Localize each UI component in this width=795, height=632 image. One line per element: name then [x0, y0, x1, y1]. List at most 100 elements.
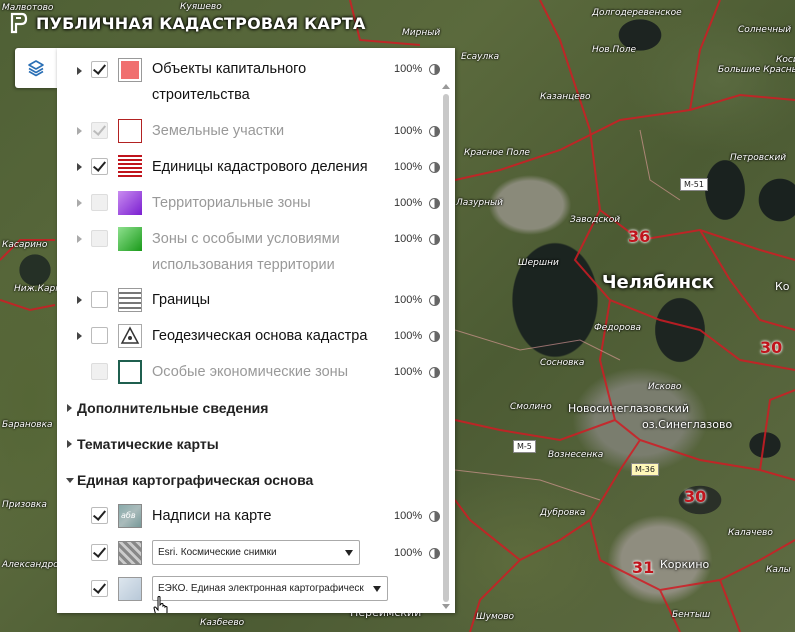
layer-row-territorial-zones: Территориальные зоны 100% — [57, 190, 440, 216]
satellite-icon — [118, 541, 142, 565]
ekoo-map-icon — [118, 577, 142, 601]
layer-row-borders: Границы 100% — [57, 287, 440, 313]
scroll-down-arrow-icon[interactable] — [442, 604, 450, 609]
layer-label: Объекты капитального — [152, 61, 307, 77]
map-label: Заводской — [570, 215, 621, 225]
basemap-select-esri[interactable]: Esri. Космические снимки — [152, 540, 360, 565]
rosreestr-logo-icon — [10, 12, 28, 34]
map-label: Долгодеревенское — [592, 8, 682, 18]
layer-opacity-value: 100% — [394, 510, 423, 522]
expand-arrow-icon[interactable] — [77, 127, 82, 135]
opacity-icon[interactable] — [429, 331, 440, 342]
expand-arrow-icon[interactable] — [77, 332, 82, 340]
map-label: Касарино — [2, 240, 48, 250]
layer-checkbox[interactable] — [91, 61, 108, 78]
layer-checkbox[interactable] — [91, 507, 108, 524]
hand-cursor-icon — [153, 596, 168, 613]
economic-zones-icon — [118, 360, 142, 384]
road-shield: М-51 — [680, 178, 708, 191]
layers-tab-button[interactable] — [15, 48, 57, 88]
expand-arrow-icon[interactable] — [67, 440, 72, 448]
cadastral-zone-number[interactable]: 30 — [684, 487, 706, 506]
map-label: Казбеево — [200, 618, 245, 628]
map-label: Смолино — [510, 402, 552, 412]
layer-checkbox[interactable] — [91, 363, 108, 380]
expand-arrow-icon[interactable] — [77, 163, 82, 171]
scroll-up-arrow-icon[interactable] — [442, 84, 450, 89]
layer-checkbox[interactable] — [91, 291, 108, 308]
layer-label: Земельные участки — [152, 123, 285, 139]
checkmark-icon — [92, 122, 107, 136]
opacity-icon[interactable] — [429, 548, 440, 559]
opacity-icon[interactable] — [429, 295, 440, 306]
select-value: ЕЭКО. Единая электронная картографическ — [158, 583, 364, 594]
layer-opacity-value: 100% — [394, 197, 423, 209]
cadastral-zone-number[interactable]: 36 — [628, 227, 650, 246]
map-label: Бентыш — [672, 610, 711, 620]
layer-checkbox[interactable] — [91, 158, 108, 175]
road-shield: М-36 — [631, 463, 659, 476]
borders-icon — [118, 288, 142, 312]
checkmark-icon — [92, 507, 107, 521]
section-title[interactable]: Тематические карты — [77, 436, 219, 452]
app-header: ПУБЛИЧНАЯ КАДАСТРОВАЯ КАРТА — [8, 9, 366, 37]
layer-checkbox[interactable] — [91, 122, 108, 139]
expand-arrow-icon[interactable] — [77, 67, 82, 75]
layer-checkbox[interactable] — [91, 194, 108, 211]
layer-checkbox[interactable] — [91, 544, 108, 561]
layers-icon — [28, 60, 44, 77]
map-label: Призовка — [2, 500, 47, 510]
road-shield: М-5 — [513, 440, 536, 453]
select-value: Esri. Космические снимки — [158, 547, 277, 558]
opacity-icon[interactable] — [429, 64, 440, 75]
opacity-icon[interactable] — [429, 367, 440, 378]
map-label: Федорова — [594, 323, 642, 333]
layers-panel: Объекты капитального строительства 100% … — [57, 48, 455, 613]
expand-arrow-icon[interactable] — [77, 296, 82, 304]
app-title[interactable]: ПУБЛИЧНАЯ КАДАСТРОВАЯ КАРТА — [36, 14, 366, 33]
layer-opacity-value: 100% — [394, 294, 423, 306]
opacity-icon[interactable] — [429, 198, 440, 209]
opacity-icon[interactable] — [429, 126, 440, 137]
layer-label: Единицы кадастрового деления — [152, 159, 368, 175]
city-label: Ко — [775, 280, 790, 293]
basemap-select-eeko[interactable]: ЕЭКО. Единая электронная картографическ — [152, 576, 388, 601]
layer-checkbox[interactable] — [91, 580, 108, 597]
map-label: Сосновка — [540, 358, 585, 368]
cadastral-zone-number[interactable]: 31 — [632, 558, 654, 577]
layer-label: Территориальные зоны — [152, 195, 311, 211]
checkmark-icon — [92, 61, 107, 75]
layer-checkbox[interactable] — [91, 230, 108, 247]
dropdown-caret-icon — [345, 550, 353, 556]
basemap-row-labels: абв Надписи на карте 100% — [57, 503, 440, 529]
map-label: Барановка — [2, 420, 53, 430]
section-thematic-maps[interactable]: Тематические карты — [57, 435, 437, 455]
checkmark-icon — [92, 544, 107, 558]
map-label: Красное Поле — [464, 148, 530, 158]
panel-scrollbar[interactable] — [443, 94, 449, 602]
opacity-icon[interactable] — [429, 162, 440, 173]
layer-row-capital-construction: Объекты капитального строительства 100% — [57, 56, 440, 108]
expand-arrow-icon[interactable] — [77, 235, 82, 243]
land-plots-icon — [118, 119, 142, 143]
expand-arrow-icon[interactable] — [77, 199, 82, 207]
section-additional-info[interactable]: Дополнительные сведения — [57, 399, 437, 419]
section-title[interactable]: Дополнительные сведения — [77, 400, 268, 416]
layer-label: Зоны с особыми условиями — [152, 231, 340, 247]
expand-arrow-icon[interactable] — [67, 404, 72, 412]
map-labels-icon-text: абв — [121, 511, 136, 520]
basemap-row-esri: Esri. Космические снимки 100% — [57, 539, 440, 567]
layer-checkbox[interactable] — [91, 327, 108, 344]
cadastral-zone-number[interactable]: 30 — [760, 338, 782, 357]
map-label: Большие Красны — [718, 65, 795, 75]
section-title[interactable]: Единая картографическая основа — [77, 472, 313, 488]
collapse-arrow-icon[interactable] — [66, 478, 74, 483]
geodetic-icon — [118, 324, 142, 348]
layer-label: Особые экономические зоны — [152, 364, 349, 380]
section-basemap[interactable]: Единая картографическая основа — [57, 471, 437, 491]
dropdown-caret-icon — [373, 586, 381, 592]
opacity-icon[interactable] — [429, 511, 440, 522]
map-label: Шершни — [518, 258, 559, 268]
checkmark-icon — [92, 580, 107, 594]
opacity-icon[interactable] — [429, 234, 440, 245]
